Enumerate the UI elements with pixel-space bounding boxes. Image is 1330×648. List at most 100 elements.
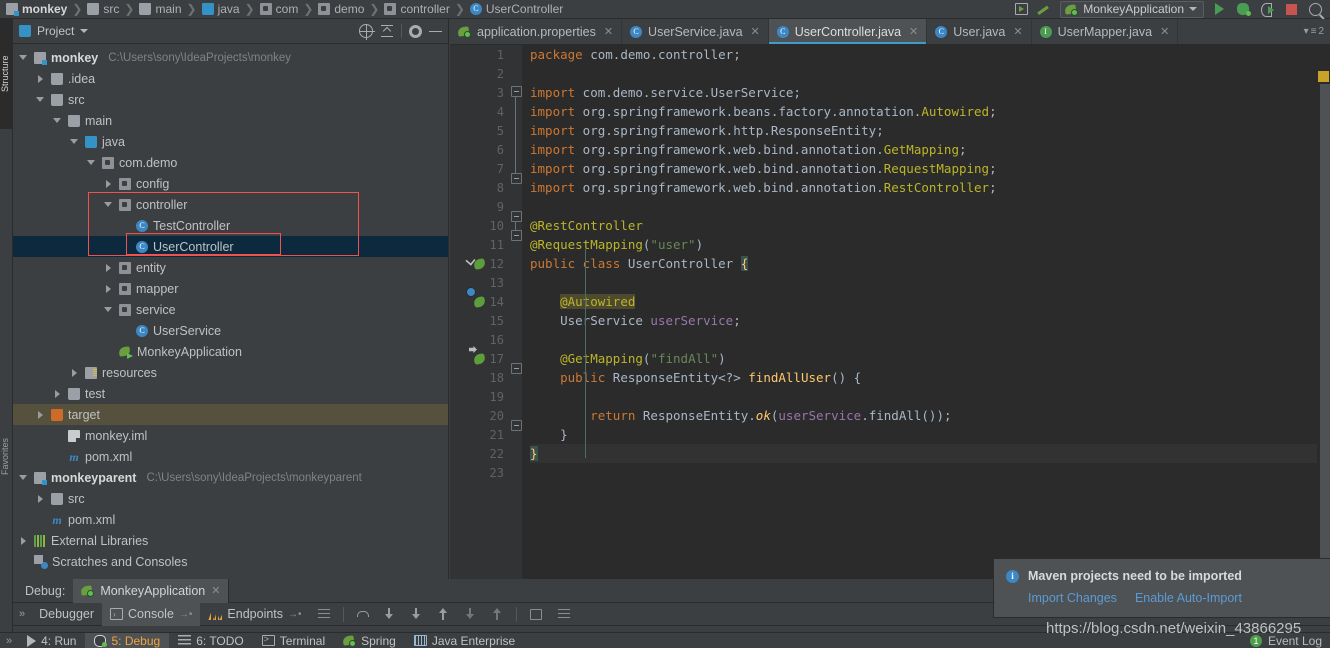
scrollbar-warning-marker[interactable] [1318, 71, 1329, 82]
fold-marker-imports-start[interactable] [511, 86, 522, 97]
fold-marker-method-end[interactable] [511, 420, 522, 431]
force-step-into-icon[interactable] [410, 607, 423, 621]
run-with-coverage-button[interactable] [1256, 0, 1278, 19]
chevron-down-icon[interactable] [19, 53, 29, 63]
editor-scrollbar[interactable] [1317, 71, 1330, 579]
chevron-down-icon[interactable] [70, 137, 80, 147]
status-overflow-icon[interactable]: » [0, 635, 18, 647]
status-item-java-enterprise[interactable]: Java Enterprise [405, 633, 524, 648]
editor-tab-bar[interactable]: application.properties ✕ C UserService.java… [450, 19, 1330, 45]
tree-item-scratches-and-consoles[interactable]: Scratches and Consoles [13, 551, 448, 572]
collapse-all-icon[interactable] [380, 24, 394, 38]
chevron-right-icon[interactable] [70, 368, 80, 378]
chevron-right-icon[interactable] [104, 284, 114, 294]
search-everywhere-button[interactable] [1304, 0, 1326, 19]
tree-item-main[interactable]: main [13, 110, 448, 131]
overflow-chevron-icon[interactable]: » [13, 608, 31, 620]
editor-fold-column[interactable] [510, 45, 522, 579]
tree-item-config[interactable]: config [13, 173, 448, 194]
status-item-spring[interactable]: Spring [334, 633, 405, 648]
editor-tab-user-java[interactable]: C User.java ✕ [927, 19, 1032, 44]
tree-item-java[interactable]: java [13, 131, 448, 152]
sidebar-item-structure[interactable]: Structure [0, 19, 13, 129]
tree-item-com-demo[interactable]: com.demo [13, 152, 448, 173]
close-tab-icon[interactable]: ✕ [751, 25, 760, 38]
chevron-right-icon[interactable] [104, 263, 114, 273]
status-item-debug[interactable]: 5: Debug [85, 632, 170, 648]
editor-tab-userservice-java[interactable]: C UserService.java ✕ [622, 19, 769, 44]
status-item-terminal[interactable]: Terminal [253, 633, 334, 648]
breadcrumb-item-com[interactable]: com [258, 0, 301, 19]
tab-endpoints[interactable]: Endpoints →• [200, 603, 309, 626]
enable-auto-import-link[interactable]: Enable Auto-Import [1135, 591, 1242, 605]
breadcrumb-item-main[interactable]: main [137, 0, 183, 19]
layout-settings-icon[interactable] [317, 608, 330, 620]
tree-item-monkeyparent[interactable]: monkeyparent C:\Users\sony\IdeaProjects\m… [13, 467, 448, 488]
step-into-icon[interactable] [383, 607, 396, 621]
breadcrumb-item-controller[interactable]: controller [382, 0, 451, 19]
sidebar-item-favorites[interactable]: Favorites [0, 409, 13, 504]
close-tab-icon[interactable]: ✕ [1160, 25, 1169, 38]
run-to-cursor-icon[interactable] [491, 607, 504, 621]
tab-debugger[interactable]: Debugger [31, 603, 102, 626]
tree-item-resources[interactable]: resources [13, 362, 448, 383]
close-tab-icon[interactable]: ✕ [909, 25, 918, 38]
code-text[interactable]: package com.demo.controller; import com.d… [522, 45, 1330, 579]
tree-item-test[interactable]: test [13, 383, 448, 404]
chevron-right-icon[interactable] [104, 179, 114, 189]
tree-item-controller[interactable]: controller [13, 194, 448, 215]
tree-item-monkey-iml[interactable]: monkey.iml [13, 425, 448, 446]
editor-tab-application-properties[interactable]: application.properties ✕ [450, 19, 623, 44]
debug-button[interactable] [1232, 0, 1254, 19]
tree-item-pom-xml[interactable]: m pom.xml [13, 446, 448, 467]
breadcrumb-item-demo[interactable]: demo [316, 0, 366, 19]
select-opened-file-icon[interactable] [359, 24, 375, 40]
pin-icon[interactable]: →• [288, 609, 302, 620]
editor-code-area[interactable]: 1 2 3 4 5 6 7 8 9 10 11 12 13 14 15 16 17 18 19 20 21 22 23 [450, 45, 1330, 579]
spring-bean-class-gutter-icon[interactable] [474, 296, 488, 310]
spring-autowired-gutter-icon[interactable] [474, 353, 488, 367]
chevron-right-icon[interactable] [53, 389, 63, 399]
gear-icon[interactable] [409, 24, 422, 38]
breadcrumb-item-src[interactable]: src [85, 0, 121, 19]
chevron-down-icon[interactable] [53, 116, 63, 126]
notification-balloon[interactable]: i Maven projects need to be imported Imp… [994, 559, 1330, 617]
step-out-icon[interactable] [437, 607, 450, 621]
chevron-down-icon[interactable] [104, 305, 114, 315]
chevron-right-icon[interactable] [36, 494, 46, 504]
fold-marker-method-start[interactable] [511, 363, 522, 374]
tree-item-entity[interactable]: entity [13, 257, 448, 278]
tree-item-monkey[interactable]: monkey C:\Users\sony\IdeaProjects\monkey [13, 47, 448, 68]
tab-list-button[interactable]: ▾ ≡ 2 [1298, 19, 1330, 44]
debug-session-tab[interactable]: MonkeyApplication ✕ [73, 578, 230, 603]
fold-marker-class-start[interactable] [511, 211, 522, 222]
tree-item-mapper[interactable]: mapper [13, 278, 448, 299]
status-item-run[interactable]: 4: Run [18, 633, 85, 648]
drop-frame-icon[interactable] [464, 607, 477, 621]
editor-gutter[interactable]: 1 2 3 4 5 6 7 8 9 10 11 12 13 14 15 16 17 18 19 20 21 22 23 [450, 45, 510, 579]
tab-console[interactable]: Console →• [102, 602, 201, 626]
editor-tab-usermapper-java[interactable]: I UserMapper.java ✕ [1031, 19, 1179, 44]
chevron-down-icon[interactable] [36, 95, 46, 105]
tree-item-monkeyapplication[interactable]: MonkeyApplication [13, 341, 448, 362]
mute-breakpoints-icon[interactable] [557, 608, 570, 620]
run-button[interactable] [1208, 0, 1230, 19]
build-project-button[interactable] [1034, 0, 1056, 19]
project-tree[interactable]: monkey C:\Users\sony\IdeaProjects\monkey.… [13, 44, 448, 579]
breadcrumb-item-monkey[interactable]: monkey [4, 0, 69, 19]
pin-icon[interactable]: →• [179, 609, 193, 620]
run-configuration-selector[interactable]: MonkeyApplication [1060, 0, 1204, 18]
tree-item--idea[interactable]: .idea [13, 68, 448, 89]
chevron-down-icon[interactable] [104, 200, 114, 210]
tree-item-src[interactable]: src [13, 89, 448, 110]
tree-item-usercontroller[interactable]: C UserController [13, 236, 448, 257]
chevron-down-icon[interactable] [87, 158, 97, 168]
tree-item-target[interactable]: target [13, 404, 448, 425]
run-anything-button[interactable] [1010, 0, 1032, 19]
hide-icon[interactable] [429, 30, 442, 32]
fold-marker-imports-end[interactable] [511, 173, 522, 184]
evaluate-expression-icon[interactable] [529, 608, 542, 620]
tree-item-testcontroller[interactable]: C TestController [13, 215, 448, 236]
tree-item-userservice[interactable]: C UserService [13, 320, 448, 341]
close-icon[interactable]: ✕ [211, 584, 220, 597]
